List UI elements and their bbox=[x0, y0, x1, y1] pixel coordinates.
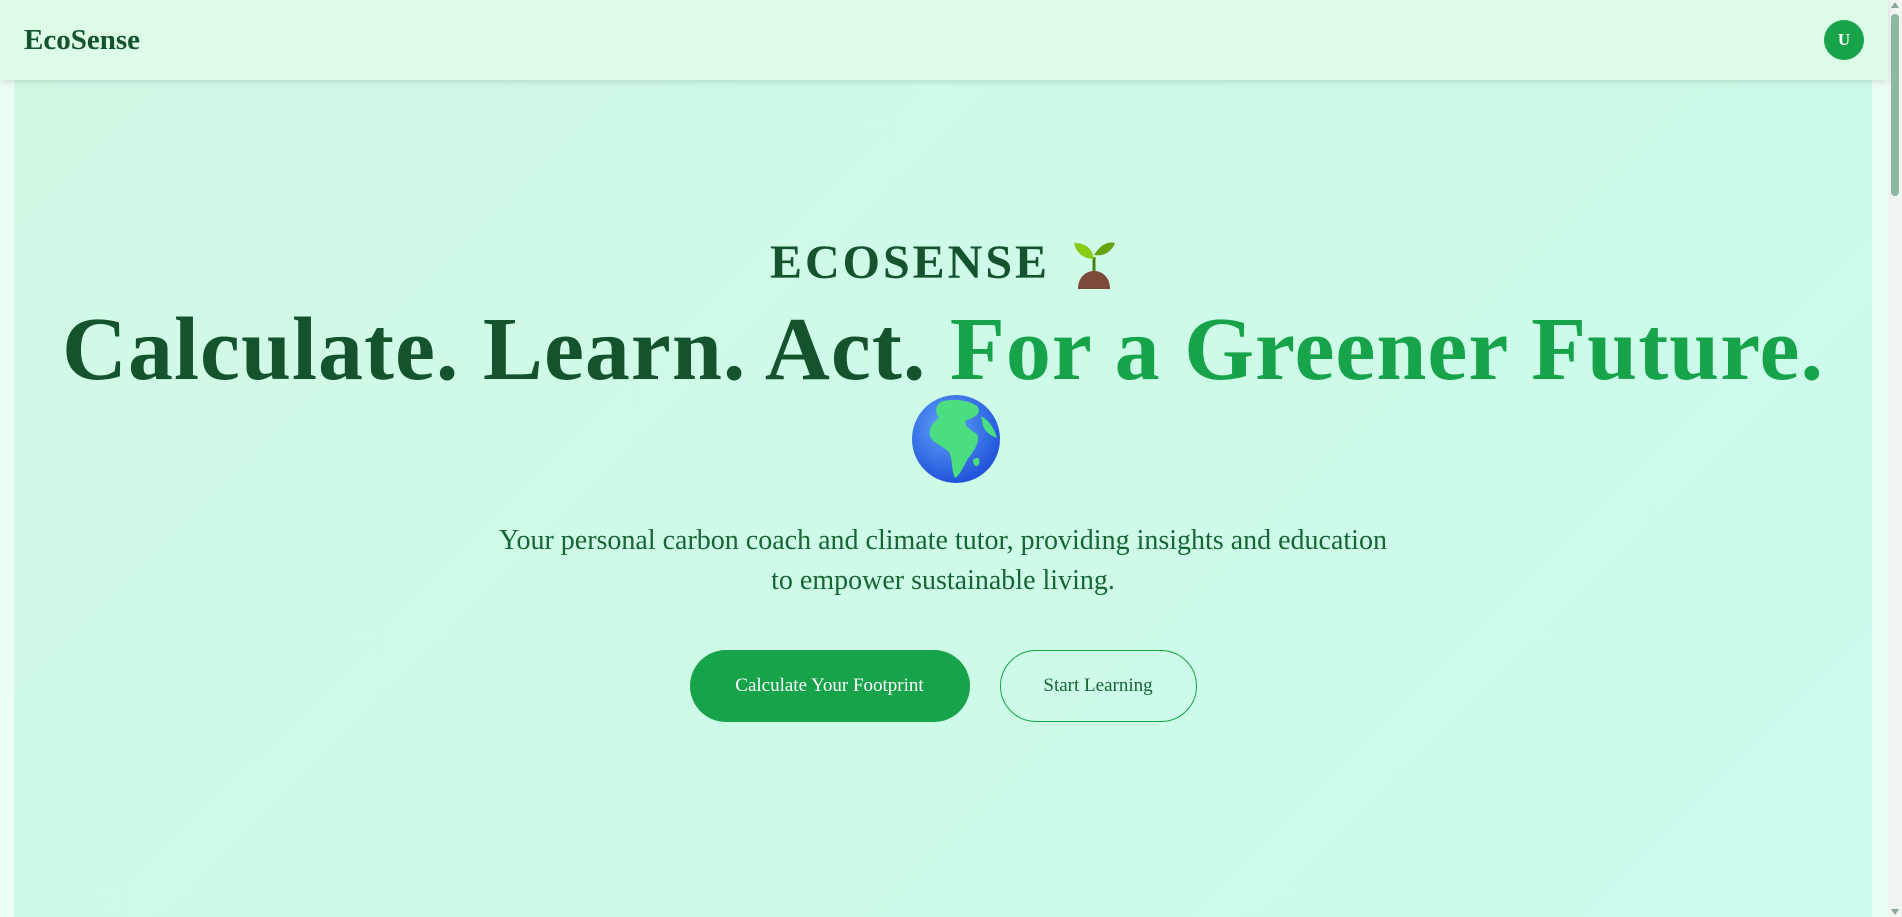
hero-subtitle-line-1: Your personal carbon coach and climate t… bbox=[499, 525, 1387, 556]
start-learning-button[interactable]: Start Learning bbox=[999, 650, 1197, 722]
calculate-footprint-button[interactable]: Calculate Your Footprint bbox=[689, 650, 970, 722]
hero-headline: Calculate. Learn. Act. For a Greener Fut… bbox=[14, 305, 1872, 485]
scroll-up-icon[interactable] bbox=[1891, 2, 1899, 8]
headline-dark-text: Calculate. Learn. Act. bbox=[62, 300, 927, 399]
hero-subtitle: Your personal carbon coach and climate t… bbox=[14, 521, 1872, 601]
hero-eyebrow: ECOSENSE bbox=[14, 235, 1872, 290]
hero-actions: Calculate Your Footprint Start Learning bbox=[14, 650, 1872, 722]
user-avatar[interactable]: U bbox=[1824, 20, 1864, 60]
globe-africa-icon bbox=[912, 395, 1000, 483]
vertical-scrollbar[interactable] bbox=[1888, 0, 1902, 917]
scrollbar-thumb[interactable] bbox=[1891, 14, 1899, 196]
hero-eyebrow-text: ECOSENSE bbox=[769, 236, 1051, 289]
page: EcoSense U ECOSENSE Calculate. Learn. Ac… bbox=[0, 0, 1902, 917]
scroll-down-icon[interactable] bbox=[1891, 909, 1899, 915]
seedling-icon bbox=[1074, 242, 1116, 289]
brand-logo[interactable]: EcoSense bbox=[24, 24, 140, 57]
hero-subtitle-line-2: to empower sustainable living. bbox=[771, 565, 1115, 596]
headline-accent-text: For a Greener Future. bbox=[949, 300, 1824, 399]
hero-section: ECOSENSE Calculate. Learn. Act. For a Gr… bbox=[14, 80, 1872, 917]
top-navbar: EcoSense U bbox=[0, 0, 1888, 80]
